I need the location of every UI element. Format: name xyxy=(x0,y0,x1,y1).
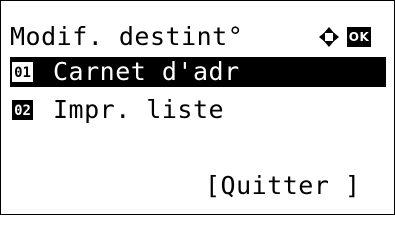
screen-title: Modif. destint° xyxy=(10,22,244,51)
quit-button[interactable]: [Quitter ] xyxy=(205,171,361,201)
menu-item-number: 01 xyxy=(12,62,33,82)
frame-top-border xyxy=(0,0,395,1)
frame-bottom-border xyxy=(0,214,395,215)
four-way-arrow-icon xyxy=(319,27,339,47)
menu-item-label: Carnet d'adr xyxy=(53,57,240,86)
menu-item-label: Impr. liste xyxy=(53,95,225,124)
menu-item-number: 02 xyxy=(12,100,33,120)
menu-item-print-list[interactable]: 02 Impr. liste xyxy=(10,95,386,125)
ok-key-icon[interactable]: OK xyxy=(347,27,371,47)
screen: Modif. destint° OK 01 Carnet d'adr 02 Im… xyxy=(0,0,395,215)
menu-item-address-book[interactable]: 01 Carnet d'adr xyxy=(10,57,386,87)
frame-left-border xyxy=(0,0,1,215)
